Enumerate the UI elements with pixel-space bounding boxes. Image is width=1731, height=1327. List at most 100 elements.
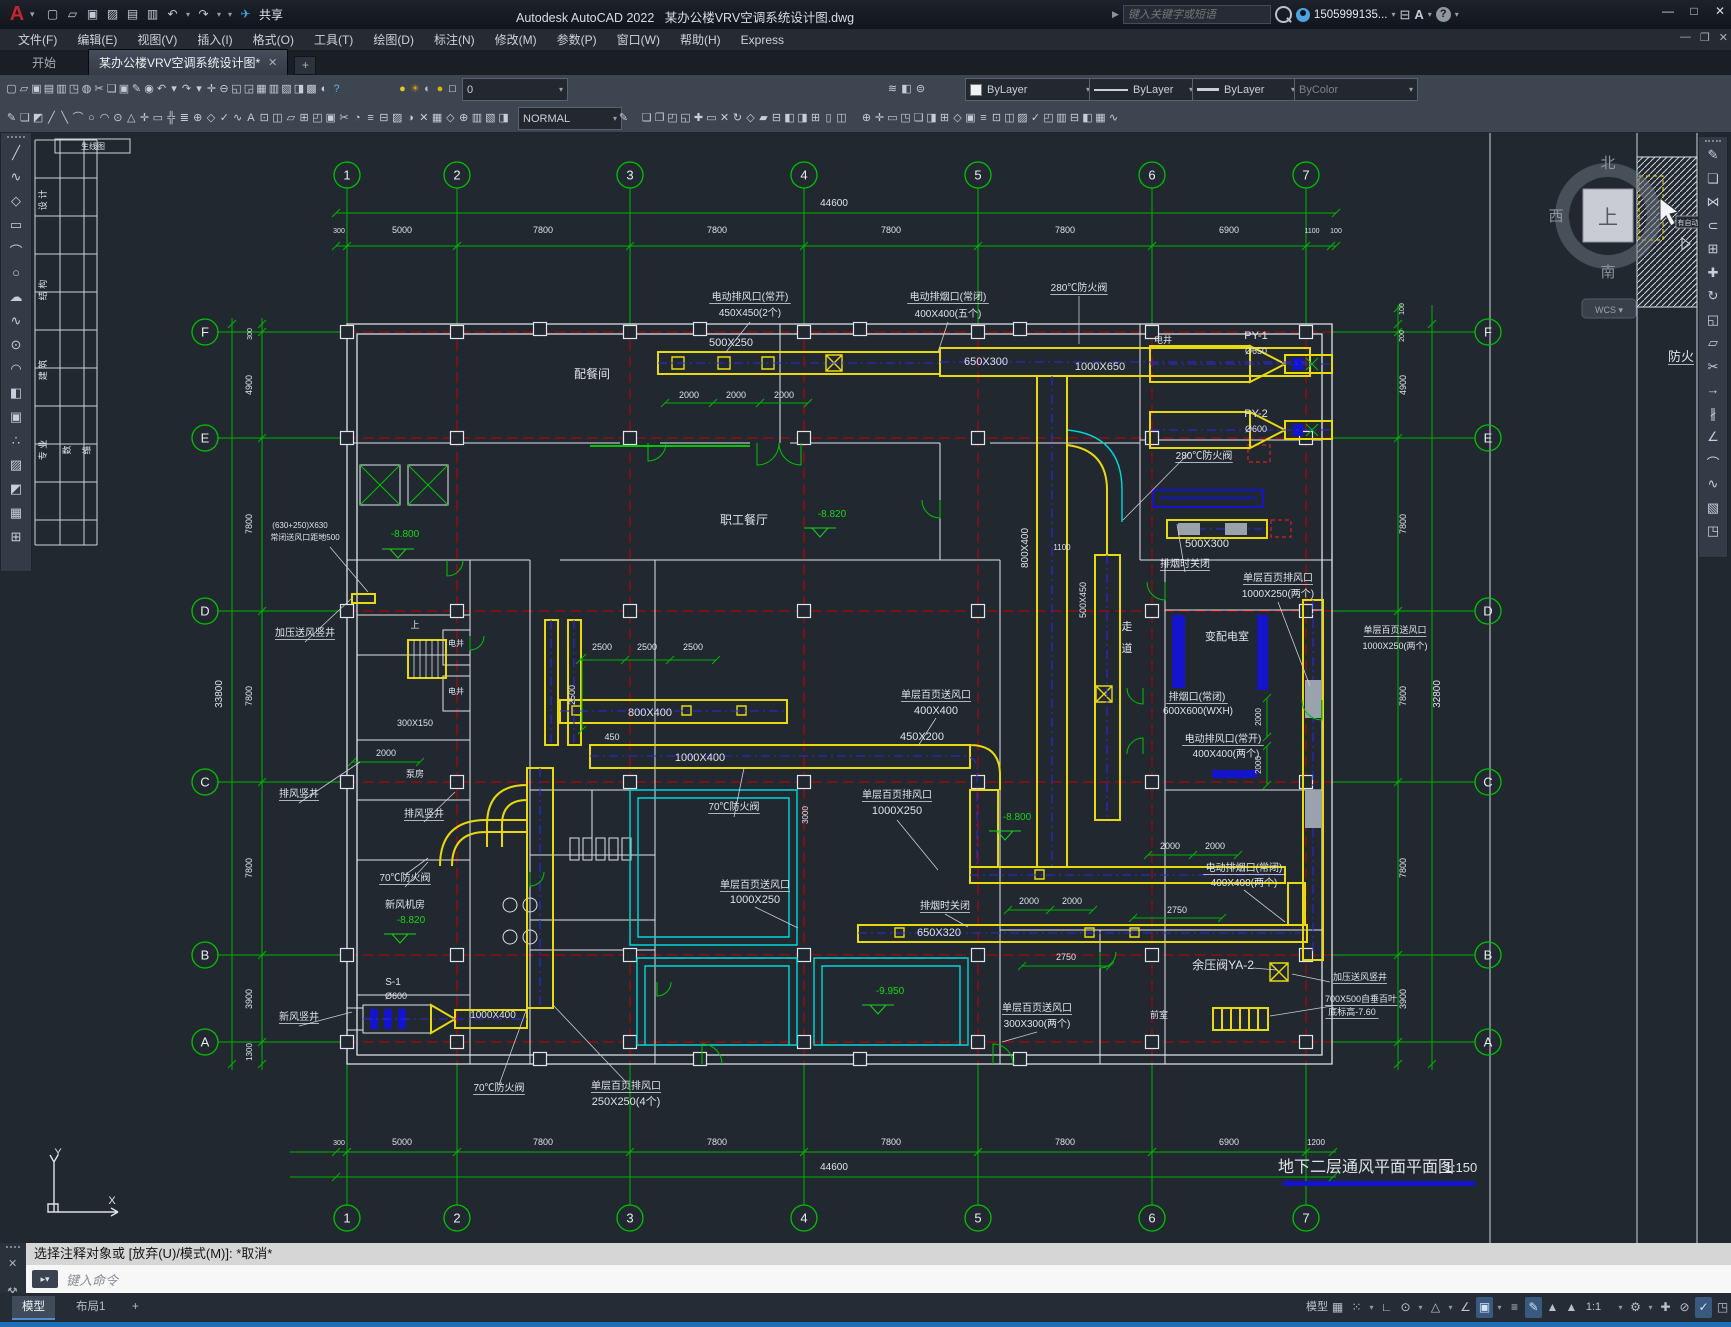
toolbar2-icon[interactable]: ⊞ [298,109,311,127]
toolbar2-icon[interactable]: ▨ [391,109,404,127]
menu-item-2[interactable]: 视图(V) [127,29,187,50]
toolbar2-icon[interactable]: ▨ [1016,109,1029,127]
toolbar1-icon[interactable]: ❏ [105,80,118,98]
toolbar2-icon[interactable]: ❏ [640,109,653,127]
toolbar2-icon[interactable]: ∿ [1107,109,1120,127]
polar-dropdown[interactable]: ▾ [1416,1297,1425,1318]
layout-add-button[interactable]: + [122,1296,149,1318]
toolbar2-icon[interactable]: ◨ [925,109,938,127]
osnap-dropdown[interactable]: ▾ [1495,1297,1504,1318]
toolbar2-icon[interactable]: ◫ [835,109,848,127]
toolbar2-icon[interactable]: ▯ [822,109,835,127]
toolbar2-icon[interactable]: ▦ [1094,109,1107,127]
redo-icon[interactable]: ↷ [195,6,212,23]
modify-tool-icon[interactable]: → [1699,382,1727,397]
toolbar2-icon[interactable]: ⊟ [1068,109,1081,127]
toolbar2-icon[interactable]: ⊟ [770,109,783,127]
draw-tool-icon[interactable]: ◠ [1,361,31,377]
maximize-button[interactable]: □ [1687,4,1701,18]
draw-tool-icon[interactable]: ⌒ [1,241,31,260]
redo-dropdown[interactable]: ▾ [215,6,223,23]
toolbar1-icon[interactable]: ◨ [293,80,306,98]
toolbar2-icon[interactable]: ◔ [351,109,364,127]
plot-icon[interactable]: ▤ [124,6,141,23]
polar-tracking-icon[interactable]: ⊙ [1397,1297,1414,1318]
toolbar2-icon[interactable]: ⊞ [809,109,822,127]
scale-value[interactable]: 1:1 [1582,1297,1605,1318]
otrack-icon[interactable]: ∠ [1457,1297,1474,1318]
toolbar2-icon[interactable]: ▭ [705,109,718,127]
toolbar2-icon[interactable]: ◰ [1042,109,1055,127]
user-avatar-icon[interactable] [1295,7,1310,22]
print-preview-icon[interactable]: ▥ [144,6,161,23]
modify-tool-icon[interactable]: ∿ [1699,476,1727,492]
toolbar1-icon[interactable]: ◍ [80,80,93,98]
text-style-dropdown[interactable]: NORMAL ▾ [518,107,622,130]
isodraft-icon[interactable]: △ [1427,1297,1444,1318]
menu-item-4[interactable]: 格式(O) [243,29,304,50]
new-file-icon[interactable]: ▢ [44,6,61,23]
menu-item-10[interactable]: 窗口(W) [607,29,670,50]
menu-item-7[interactable]: 标注(N) [424,29,485,50]
toolbar1-icon[interactable]: ▣ [30,80,43,98]
toolbar2-icon[interactable]: ▧ [484,109,497,127]
draw-tool-icon[interactable]: ⊞ [1,529,31,545]
doc-close-button[interactable]: ✕ [1719,31,1728,44]
toolbar2-icon[interactable]: ⊙ [111,109,124,127]
undo-dropdown[interactable]: ▾ [184,6,192,23]
toolbar2-icon[interactable]: ◨ [497,109,510,127]
toolbar2-icon[interactable]: ◧ [783,109,796,127]
layer-state-icon[interactable]: ≋ [886,80,899,98]
toolbar2-icon[interactable]: ✛ [138,109,151,127]
tab-active-document[interactable]: 某办公楼VRV空调系统设计图* ✕ [88,49,289,75]
modify-tool-icon[interactable]: ⊞ [1699,241,1727,257]
command-input-placeholder[interactable]: 键入命令 [66,1270,118,1289]
toolbar1-icon[interactable]: ▥ [268,80,281,98]
scale-dropdown[interactable]: ▾ [1616,1297,1625,1318]
crosshair-icon[interactable]: ✚ [1657,1297,1674,1318]
graphics-performance-icon[interactable]: ✓ [1695,1297,1712,1318]
draw-tool-icon[interactable]: ∿ [1,313,31,329]
doc-restore-button[interactable]: ❐ [1700,31,1710,44]
toolbar2-icon[interactable]: ⊕ [191,109,204,127]
autodesk-a-icon[interactable]: A [1414,7,1423,22]
draw-tool-icon[interactable]: ⊙ [1,337,31,353]
toolbar2-icon[interactable]: A [244,109,257,127]
save-icon[interactable]: ▣ [84,6,101,23]
workspace-gear-icon[interactable]: ⚙ [1627,1297,1644,1318]
annotation-visibility-icon[interactable]: ✎ [1525,1297,1542,1318]
toolbar2-icon[interactable]: ❏ [18,109,31,127]
toolbar2-icon[interactable]: ◨ [796,109,809,127]
toolbar2-icon[interactable]: ○ [85,109,98,127]
draw-tool-icon[interactable]: ◇ [1,193,31,209]
model-space-canvas[interactable]: 11223344556677FFEEDDCCBBAA 电动排风口(常开) 450X… [0,132,1731,1243]
toolbar2-icon[interactable]: ▰ [757,109,770,127]
new-tab-button[interactable]: + [294,56,317,75]
toolbar1-icon[interactable]: ◲ [243,80,256,98]
toolbar2-icon[interactable]: ✛ [873,109,886,127]
isolate-objects-icon[interactable]: ⊘ [1676,1297,1693,1318]
toolbar2-icon[interactable]: ◱ [679,109,692,127]
layer-state-icon[interactable]: ◧ [900,80,913,98]
menu-item-1[interactable]: 编辑(E) [67,29,127,50]
modify-tool-icon[interactable]: ✚ [1699,265,1727,281]
draw-tool-icon[interactable]: ▭ [1,217,31,233]
toolbar1-icon[interactable]: ▱ [18,80,31,98]
toolbar1-icon[interactable]: ▤ [43,80,56,98]
lineweight-icon[interactable]: ≡ [1506,1297,1523,1318]
style-edit-icon[interactable]: ✎ [617,109,630,127]
modify-tool-icon[interactable]: ▧ [1699,500,1727,516]
toolbar2-icon[interactable]: ▭ [886,109,899,127]
draw-tool-icon[interactable]: ∴ [1,433,31,449]
toolbar2-icon[interactable]: ╱ [45,109,58,127]
modify-tool-icon[interactable]: ◳ [1699,523,1727,539]
toolbar2-icon[interactable]: △ [125,109,138,127]
osnap-icon[interactable]: ▣ [1476,1297,1493,1318]
command-prompt-icon[interactable]: ▸▾ [32,1270,58,1288]
menu-item-0[interactable]: 文件(F) [8,29,67,50]
toolbar1-icon[interactable]: ▧ [280,80,293,98]
toolbar1-icon[interactable]: ⊖ [218,80,231,98]
toolbar2-icon[interactable]: ✕ [718,109,731,127]
user-id[interactable]: 1505999135... [1314,9,1388,21]
lineweight-dropdown[interactable]: ByLayer ▾ [1192,78,1300,101]
